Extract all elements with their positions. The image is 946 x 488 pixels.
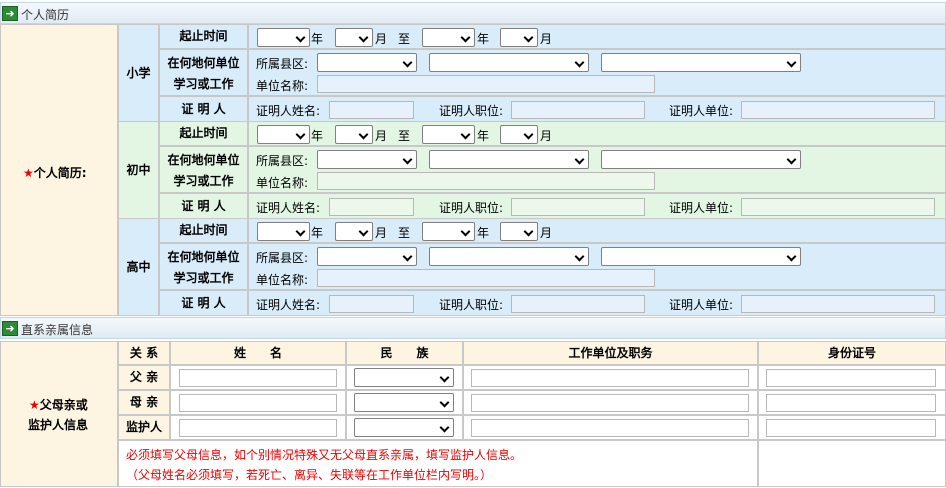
school-select[interactable] (601, 53, 801, 72)
member-name-input[interactable] (179, 419, 337, 437)
witness-row: 证明人姓名: 证明人职位: 证明人单位: (248, 193, 946, 219)
label-place: 在何地何单位 学习或工作 (159, 146, 248, 193)
end-year-select[interactable] (422, 28, 475, 47)
member-name-input[interactable] (179, 369, 337, 387)
start-month-select[interactable] (335, 222, 373, 241)
school-select[interactable] (601, 247, 801, 266)
arrow-right-icon: ➜ (2, 321, 18, 336)
section-header-resume: ➜ 个人简历 (0, 2, 946, 24)
relation-label: 母 亲 (118, 390, 170, 415)
witness-row: 证明人姓名: 证明人职位: 证明人单位: (248, 290, 946, 316)
unit-name-input[interactable] (317, 172, 655, 190)
period-row: 年 月 至 年 月 (248, 218, 946, 243)
work-unit-input[interactable] (471, 394, 749, 412)
work-unit-input[interactable] (471, 419, 749, 437)
label-witness: 证 明 人 (159, 193, 248, 219)
township-select[interactable] (429, 150, 589, 169)
stage-label: 初中 (118, 121, 159, 219)
id-number-input[interactable] (766, 419, 936, 437)
note-line-2: （父母姓名必须填写，若死亡、离异、失联等在工作单位栏内写明。） (126, 468, 493, 482)
label-place: 在何地何单位 学习或工作 (159, 243, 248, 290)
stage-label: 高中 (118, 218, 159, 316)
header-name: 姓 名 (170, 341, 346, 365)
end-month-select[interactable] (500, 28, 538, 47)
start-month-select[interactable] (335, 28, 373, 47)
township-select[interactable] (429, 247, 589, 266)
label-period: 起止时间 (159, 121, 248, 146)
witness-name-input[interactable] (329, 198, 414, 216)
end-month-select[interactable] (500, 125, 538, 144)
resume-label-cell: ★个人简历: (0, 24, 118, 316)
section-title: 个人简历 (21, 8, 70, 22)
start-year-select[interactable] (257, 125, 310, 144)
note-line-1: 必须填写父母信息，如个别情况特殊又无父母直系亲属，填写监护人信息。 (126, 448, 523, 462)
county-select[interactable] (317, 247, 417, 266)
section-title: 直系亲属信息 (21, 323, 94, 337)
witness-position-input[interactable] (511, 295, 645, 313)
label-period: 起止时间 (159, 218, 248, 243)
place-row: 所属县区: 单位名称: (248, 146, 946, 193)
witness-position-input[interactable] (511, 101, 645, 119)
end-year-select[interactable] (422, 222, 475, 241)
arrow-right-icon: ➜ (2, 6, 18, 21)
header-relation: 关 系 (118, 341, 170, 365)
resume-label: 个人简历: (33, 166, 87, 180)
label-witness: 证 明 人 (159, 290, 248, 316)
relation-label: 监护人 (118, 415, 170, 440)
label-witness: 证 明 人 (159, 96, 248, 122)
note-empty-cell (758, 440, 946, 487)
witness-row: 证明人姓名: 证明人职位: 证明人单位: (248, 96, 946, 122)
id-number-input[interactable] (766, 394, 936, 412)
ethnic-select[interactable] (354, 418, 454, 437)
header-work: 工作单位及职务 (463, 341, 758, 365)
note-cell: 必须填写父母信息，如个别情况特殊又无父母直系亲属，填写监护人信息。 （父母姓名必… (118, 440, 758, 487)
header-id: 身份证号 (758, 341, 946, 365)
witness-position-input[interactable] (511, 198, 645, 216)
unit-name-input[interactable] (317, 75, 655, 93)
place-row: 所属县区: 单位名称: (248, 243, 946, 290)
ethnic-select[interactable] (354, 393, 454, 412)
start-month-select[interactable] (335, 125, 373, 144)
relation-label: 父 亲 (118, 365, 170, 390)
place-row: 所属县区: 单位名称: (248, 49, 946, 96)
stage-label: 小学 (118, 24, 159, 122)
required-star-icon: ★ (23, 166, 34, 180)
township-select[interactable] (429, 53, 589, 72)
unit-name-input[interactable] (317, 269, 655, 287)
label-place: 在何地何单位 学习或工作 (159, 49, 248, 96)
witness-name-input[interactable] (329, 101, 414, 119)
county-select[interactable] (317, 53, 417, 72)
period-row: 年 月 至 年 月 (248, 121, 946, 146)
required-star-icon: ★ (29, 398, 40, 412)
family-label-1: 父母亲或 (39, 398, 88, 412)
end-month-select[interactable] (500, 222, 538, 241)
label-period: 起止时间 (159, 24, 248, 49)
witness-name-input[interactable] (329, 295, 414, 313)
id-number-input[interactable] (766, 369, 936, 387)
header-ethnic: 民 族 (346, 341, 463, 365)
ethnic-select[interactable] (354, 368, 454, 387)
start-year-select[interactable] (257, 28, 310, 47)
member-name-input[interactable] (179, 394, 337, 412)
period-row: 年 月 至 年 月 (248, 24, 946, 49)
witness-unit-input[interactable] (741, 198, 935, 216)
section-header-family: ➜ 直系亲属信息 (0, 317, 946, 339)
school-select[interactable] (601, 150, 801, 169)
family-label-cell: ★父母亲或 监护人信息 (0, 341, 118, 487)
county-select[interactable] (317, 150, 417, 169)
start-year-select[interactable] (257, 222, 310, 241)
family-label-2: 监护人信息 (28, 418, 89, 432)
work-unit-input[interactable] (471, 369, 749, 387)
witness-unit-input[interactable] (741, 295, 935, 313)
end-year-select[interactable] (422, 125, 475, 144)
witness-unit-input[interactable] (741, 101, 935, 119)
